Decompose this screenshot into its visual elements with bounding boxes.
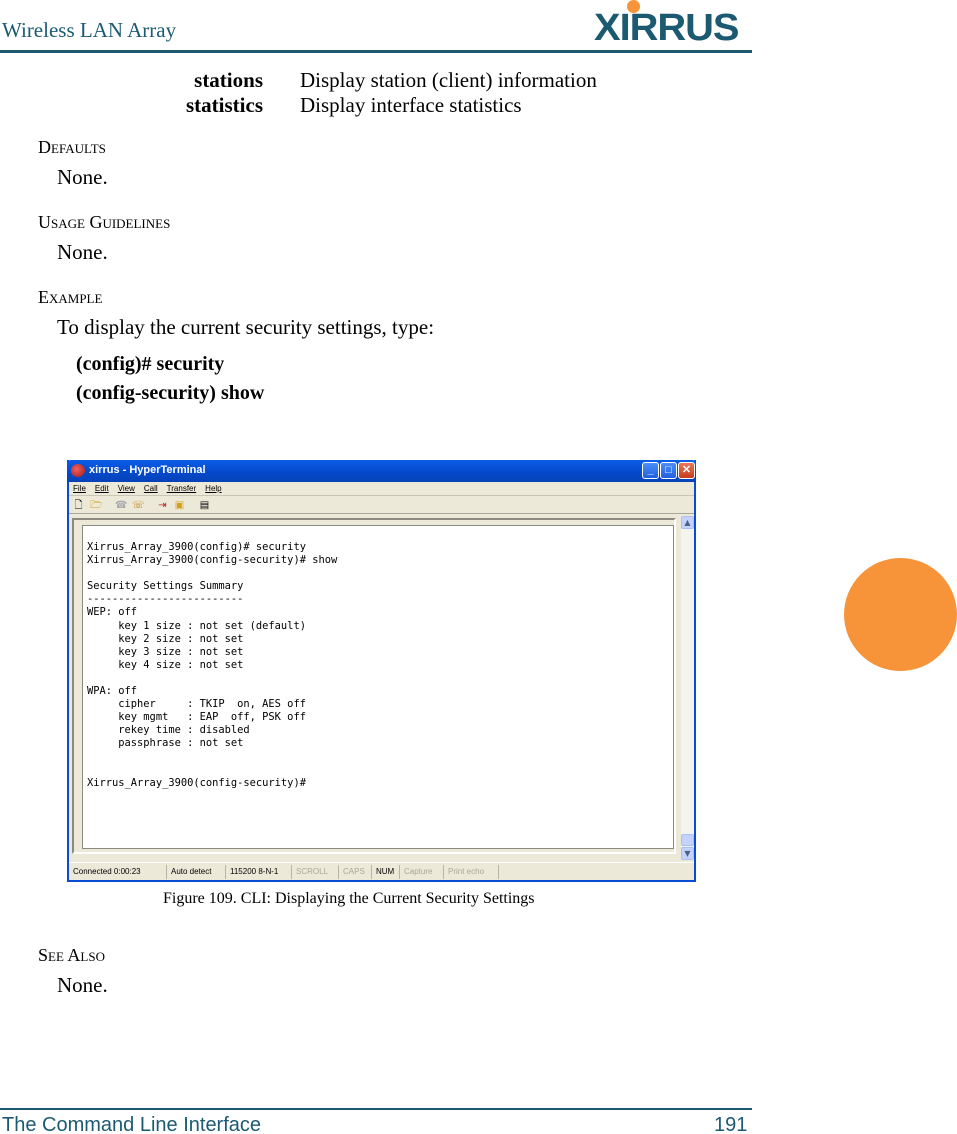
hyperterminal-app-icon xyxy=(71,464,85,477)
example-heading: Example xyxy=(38,287,103,307)
logo-dot-icon xyxy=(627,0,640,13)
param-name: stations xyxy=(194,68,263,92)
param-row: statistics Display interface statistics xyxy=(100,93,597,118)
logo-wordmark: XIRRUS xyxy=(594,7,740,49)
maximize-button[interactable]: □ xyxy=(660,462,677,479)
param-description: Display interface statistics xyxy=(300,93,522,117)
param-name: statistics xyxy=(186,93,263,117)
new-icon[interactable]: 🗋 xyxy=(73,500,84,511)
scroll-up-arrow-icon[interactable]: ▲ xyxy=(681,516,694,529)
menu-file[interactable]: File xyxy=(73,484,86,493)
menu-bar: File Edit View Call Transfer Help xyxy=(69,482,694,496)
see-also-text: None. xyxy=(57,973,108,997)
param-description: Display station (client) information xyxy=(300,68,597,92)
status-num: NUM xyxy=(372,864,400,879)
figure-caption: Figure 109. CLI: Displaying the Current … xyxy=(163,890,535,907)
menu-call[interactable]: Call xyxy=(144,484,158,493)
toolbar: 🗋 🗁 ☎ ☏ ⇥ ▣ ▤ xyxy=(69,497,694,514)
send-icon[interactable]: ⇥ xyxy=(157,500,168,511)
parameter-table: stations Display station (client) inform… xyxy=(100,68,597,118)
xirrus-logo: XIRRUS xyxy=(594,0,750,49)
example-text: To display the current security settings… xyxy=(57,315,435,339)
chapter-tab-dot xyxy=(844,558,957,671)
footer-chapter: The Command Line Interface xyxy=(2,1114,262,1134)
page-number: 191 xyxy=(714,1114,748,1134)
open-icon[interactable]: 🗁 xyxy=(90,500,102,511)
status-print-echo: Print echo xyxy=(444,864,499,879)
command-line: (config)# security xyxy=(76,353,225,375)
window-titlebar[interactable]: xirrus - HyperTerminal _ □ ✕ xyxy=(67,460,696,482)
defaults-text: None. xyxy=(57,165,108,189)
hyperterminal-window: xirrus - HyperTerminal _ □ ✕ File Edit V… xyxy=(67,460,696,882)
status-caps: CAPS xyxy=(339,864,372,879)
header-rule xyxy=(0,50,752,53)
scroll-down-arrow-icon[interactable]: ▼ xyxy=(681,847,694,860)
properties-icon[interactable]: ▤ xyxy=(199,500,210,511)
status-connected: Connected 0:00:23 xyxy=(69,864,167,879)
window-title: xirrus - HyperTerminal xyxy=(89,464,206,476)
scrollbar-thumb[interactable] xyxy=(681,834,694,846)
status-bar: Connected 0:00:23 Auto detect 115200 8-N… xyxy=(69,862,694,880)
footer-rule xyxy=(0,1108,752,1110)
terminal-frame: Xirrus_Array_3900(config)# security Xirr… xyxy=(72,518,676,854)
see-also-heading: See Also xyxy=(38,945,105,965)
connect-icon[interactable]: ☏ xyxy=(132,500,145,511)
running-header-title: Wireless LAN Array xyxy=(2,18,177,42)
status-detect: Auto detect xyxy=(167,864,226,879)
vertical-scrollbar[interactable]: ▲ ▼ xyxy=(681,516,694,860)
status-baud: 115200 8-N-1 xyxy=(226,864,292,879)
terminal-screen[interactable]: Xirrus_Array_3900(config)# security Xirr… xyxy=(82,525,674,849)
usage-guidelines-heading: Usage Guidelines xyxy=(38,212,171,232)
status-capture: Capture xyxy=(400,864,444,879)
defaults-heading: Defaults xyxy=(38,137,106,157)
usage-guidelines-text: None. xyxy=(57,240,108,264)
param-row: stations Display station (client) inform… xyxy=(100,68,597,93)
close-button[interactable]: ✕ xyxy=(678,462,695,479)
menu-view[interactable]: View xyxy=(118,484,135,493)
status-scroll: SCROLL xyxy=(292,864,339,879)
terminal-output: Xirrus_Array_3900(config)# security Xirr… xyxy=(87,541,338,789)
receive-icon[interactable]: ▣ xyxy=(174,500,185,511)
menu-edit[interactable]: Edit xyxy=(95,484,109,493)
menu-help[interactable]: Help xyxy=(205,484,221,493)
minimize-button[interactable]: _ xyxy=(642,462,659,479)
menu-transfer[interactable]: Transfer xyxy=(167,484,197,493)
disconnect-icon[interactable]: ☎ xyxy=(115,500,127,511)
command-line: (config-security) show xyxy=(76,382,265,404)
